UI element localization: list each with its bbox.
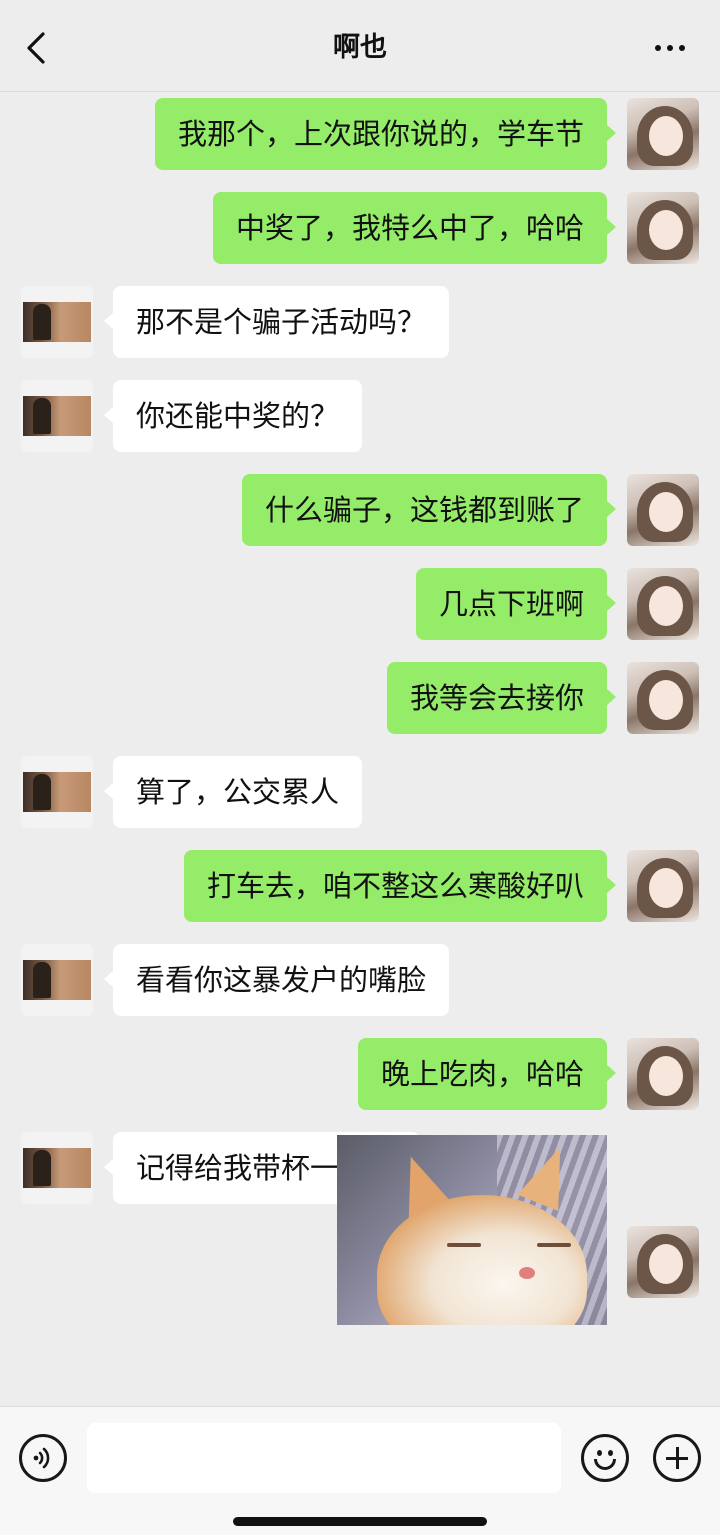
my-avatar[interactable] (627, 568, 699, 640)
message-row: 看看你这暴发户的嘴脸 (0, 938, 720, 1016)
my-avatar[interactable] (627, 1226, 699, 1298)
chat-header: 啊也 (0, 0, 720, 92)
message-row: 晚上吃肉，哈哈 (0, 1032, 720, 1110)
contact-avatar[interactable] (21, 1132, 93, 1204)
contact-avatar[interactable] (21, 286, 93, 358)
my-avatar[interactable] (627, 850, 699, 922)
message-row: 几点下班啊 (0, 562, 720, 640)
image-message[interactable] (337, 1135, 607, 1325)
message-bubble-mine[interactable]: 我等会去接你 (386, 662, 617, 734)
message-bubble-contact[interactable]: 那不是个骗子活动吗？ (103, 286, 450, 358)
message-row: 那不是个骗子活动吗？ (0, 280, 720, 358)
message-bubble-mine[interactable]: 中奖了，我特么中了，哈哈 (212, 192, 617, 264)
message-row: 什么骗子，这钱都到账了 (0, 468, 720, 546)
my-avatar[interactable] (627, 98, 699, 170)
plus-icon[interactable] (653, 1434, 701, 1482)
contact-avatar[interactable] (21, 756, 93, 828)
emoji-icon[interactable] (581, 1434, 629, 1482)
message-bubble-contact[interactable]: 算了，公交累人 (103, 756, 363, 828)
more-dots-icon[interactable] (650, 30, 690, 66)
message-row: 中奖了，我特么中了，哈哈 (0, 186, 720, 264)
contact-avatar[interactable] (21, 944, 93, 1016)
message-row: 打车去，咱不整这么寒酸好叭 (0, 844, 720, 922)
message-bubble-mine[interactable]: 什么骗子，这钱都到账了 (241, 474, 617, 546)
message-row: 我那个，上次跟你说的，学车节 (0, 92, 720, 170)
home-indicator (233, 1517, 487, 1526)
message-bubble-mine[interactable]: 晚上吃肉，哈哈 (357, 1038, 617, 1110)
my-avatar[interactable] (627, 1038, 699, 1110)
my-avatar[interactable] (627, 662, 699, 734)
input-bar (0, 1406, 720, 1535)
message-row: 你还能中奖的？ (0, 374, 720, 452)
message-bubble-contact[interactable]: 你还能中奖的？ (103, 380, 363, 452)
message-bubble-contact[interactable]: 看看你这暴发户的嘴脸 (103, 944, 450, 1016)
chat-title: 啊也 (333, 32, 387, 63)
message-bubble-mine[interactable]: 我那个，上次跟你说的，学车节 (154, 98, 617, 170)
contact-avatar[interactable] (21, 380, 93, 452)
voice-icon[interactable] (19, 1434, 67, 1482)
message-row: 算了，公交累人 (0, 750, 720, 828)
message-bubble-mine[interactable]: 几点下班啊 (415, 568, 617, 640)
my-avatar[interactable] (627, 192, 699, 264)
my-avatar[interactable] (627, 474, 699, 546)
message-row: 我等会去接你 (0, 656, 720, 734)
message-input[interactable] (87, 1423, 561, 1493)
message-bubble-mine[interactable]: 打车去，咱不整这么寒酸好叭 (183, 850, 617, 922)
